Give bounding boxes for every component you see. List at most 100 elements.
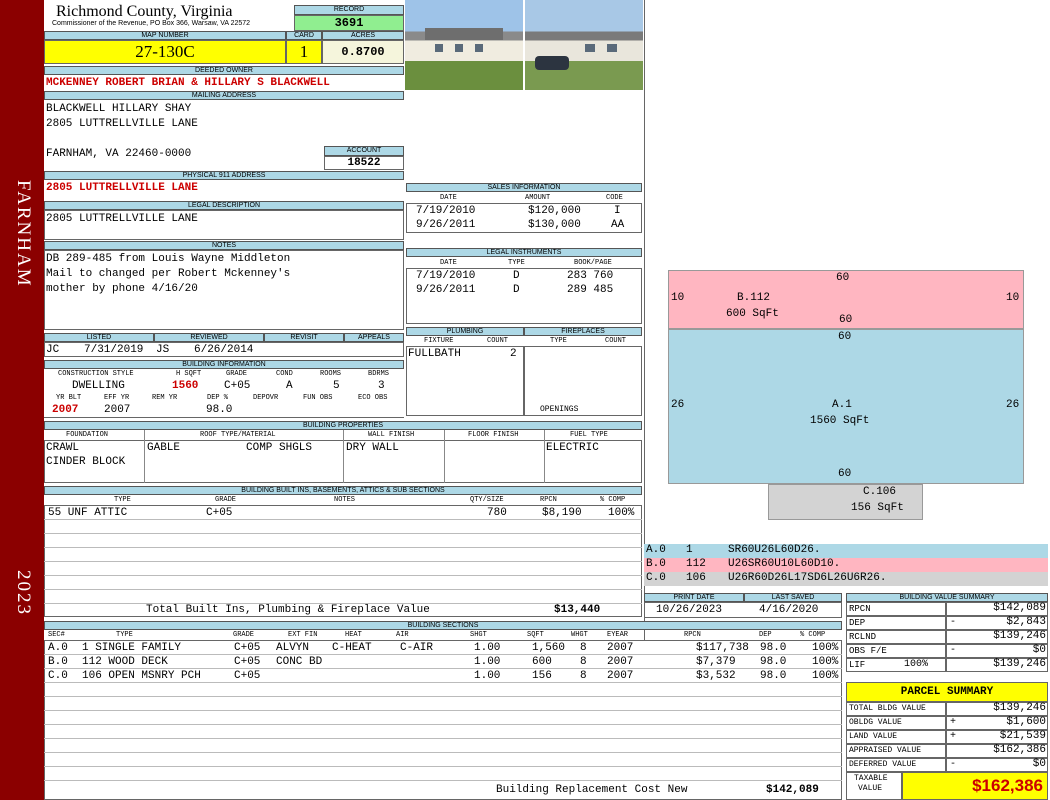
record-value: 3691 — [294, 15, 404, 31]
sketch-c-label: C.106 — [863, 486, 897, 498]
section-row-2-col-2: C+05 — [234, 656, 261, 668]
taxable-label-2: VALUE — [858, 784, 883, 793]
col-eco-obs: ECO OBS — [358, 394, 388, 402]
section-row-2-col-1: 112 WOOD DECK — [82, 656, 168, 668]
sketch-a-label: A.1 — [832, 399, 852, 411]
sections-grid-line — [44, 738, 842, 739]
year-vertical-label: 2023 — [13, 570, 34, 616]
builtins-col-comp: % COMP — [600, 496, 626, 504]
house-photo-2 — [525, 0, 643, 90]
col-dep-pct: DEP % — [207, 394, 229, 402]
dep-pct: 98.0 — [206, 404, 233, 416]
builtin-rpcn: $8,190 — [542, 507, 582, 519]
town-vertical-label: FARNHAM — [13, 180, 34, 288]
section-row-3-col-1: 106 OPEN MSNRY PCH — [82, 670, 201, 682]
col-h-sqft: H SQFT — [176, 370, 202, 378]
section-row-3-col-0: C.0 — [48, 670, 68, 682]
sections-col-7: SQFT — [527, 631, 544, 639]
parcel-op: - — [950, 759, 957, 770]
col-eff-yr: EFF YR — [104, 394, 130, 402]
sections-col-12: % COMP — [800, 631, 826, 639]
dim-a-left: 26 — [671, 399, 685, 411]
sections-col-6: SHGT — [470, 631, 487, 639]
builtins-col-grade: GRADE — [215, 496, 237, 504]
sections-col-0: SEC# — [48, 631, 65, 639]
plumbing-count: 2 — [510, 348, 517, 360]
physical-address-header: PHYSICAL 911 ADDRESS — [44, 171, 404, 180]
mailing-line-3: FARNHAM, VA 22460-0000 — [46, 148, 192, 160]
bvs-op: - — [950, 617, 957, 628]
h-sqft: 1560 — [172, 380, 199, 392]
section-row-1-col-10: $117,738 — [696, 642, 749, 654]
col-construction-style: CONSTRUCTION STYLE — [58, 370, 134, 378]
bvs-label: RPCN — [849, 604, 871, 614]
sketch-a-area: 1560 SqFt — [810, 415, 870, 427]
builtin-comp: 100% — [608, 507, 635, 519]
sections-col-10: RPCN — [684, 631, 701, 639]
last-saved: 4/16/2020 — [759, 604, 819, 616]
sketch-legend-path: U26SR60U10L60D10. — [728, 558, 841, 570]
section-row-2-col-12: 100% — [812, 656, 839, 668]
parcel-label: OBLDG VALUE — [849, 718, 902, 727]
account-value: 18522 — [324, 156, 404, 170]
bvs-value: $139,246 — [993, 658, 1046, 670]
brcn-label: Building Replacement Cost New — [496, 784, 688, 796]
legal-description-header: LEGAL DESCRIPTION — [44, 201, 404, 210]
section-row-3-col-9: 2007 — [607, 670, 634, 682]
section-row-1-col-9: 2007 — [607, 642, 634, 654]
cond: A — [286, 380, 293, 392]
card-header: CARD — [286, 31, 322, 40]
sales-row-1-date: 7/19/2010 — [416, 205, 476, 217]
building-properties-header: BUILDING PROPERTIES — [44, 421, 642, 430]
section-row-3-col-12: 100% — [812, 670, 839, 682]
bvs-label: LIF — [849, 660, 866, 670]
builtins-col-notes: NOTES — [334, 496, 356, 504]
section-row-2-col-11: 98.0 — [760, 656, 787, 668]
section-row-1-col-5: C-AIR — [400, 642, 434, 654]
sections-grid-line — [44, 710, 842, 711]
col-foundation: FOUNDATION — [66, 431, 109, 439]
sections-col-8: WHGT — [571, 631, 588, 639]
dim-a-bottom: 60 — [838, 468, 852, 480]
section-row-1-col-2: C+05 — [234, 642, 261, 654]
sales-row-2-amount: $130,000 — [528, 219, 581, 231]
section-row-3-col-11: 98.0 — [760, 670, 787, 682]
acres-value: 0.8700 — [322, 40, 404, 64]
building-sections-header: BUILDING SECTIONS — [44, 621, 842, 630]
mailing-address-header: MAILING ADDRESS — [44, 91, 404, 100]
parcel-summary-header: PARCEL SUMMARY — [846, 682, 1048, 702]
section-row-3-col-10: $3,532 — [696, 670, 736, 682]
section-row-1-col-1: 1 SINGLE FAMILY — [82, 642, 182, 654]
section-row-2-col-9: 2007 — [607, 656, 634, 668]
sketch-c-area: 156 SqFt — [851, 502, 904, 514]
col-depovr: DEPOVR — [253, 394, 279, 402]
commissioner-address: Commissioner of the Revenue, PO Box 366,… — [52, 20, 251, 27]
eff-yr: 2007 — [104, 404, 131, 416]
sales-row-1-amount: $120,000 — [528, 205, 581, 217]
builtins-total-value: $13,440 — [554, 604, 601, 616]
section-row-3-col-6: 1.00 — [474, 670, 501, 682]
sales-header: SALES INFORMATION — [406, 183, 642, 192]
listed-by: JC — [46, 344, 60, 356]
sketch-legend-path: U26R60D26L17SD6L26U6R26. — [728, 572, 887, 584]
sales-row-1-code: I — [614, 205, 621, 217]
parcel-value: $0 — [1032, 758, 1046, 770]
sketch-legend-code: 106 — [686, 572, 706, 584]
col-rem-yr: REM YR — [152, 394, 178, 402]
reviewed-by: JS — [156, 344, 170, 356]
bdrms: 3 — [378, 380, 385, 392]
sections-grid-line — [44, 724, 842, 725]
section-row-2-col-0: B.0 — [48, 656, 68, 668]
sections-col-5: AIR — [396, 631, 409, 639]
sections-grid-line — [44, 766, 842, 767]
col-cond: COND — [276, 370, 293, 378]
sections-col-3: EXT FIN — [288, 631, 318, 639]
builtins-col-qty: QTY/SIZE — [470, 496, 504, 504]
county-title: Richmond County, Virginia — [56, 3, 233, 20]
sections-grid-line — [44, 780, 842, 781]
sketch-legend-sec: A.0 — [646, 544, 666, 556]
grade: C+05 — [224, 380, 251, 392]
dim-a-top: 60 — [838, 331, 852, 343]
section-row-1-col-11: 98.0 — [760, 642, 787, 654]
col-yr-blt: YR BLT — [56, 394, 82, 402]
